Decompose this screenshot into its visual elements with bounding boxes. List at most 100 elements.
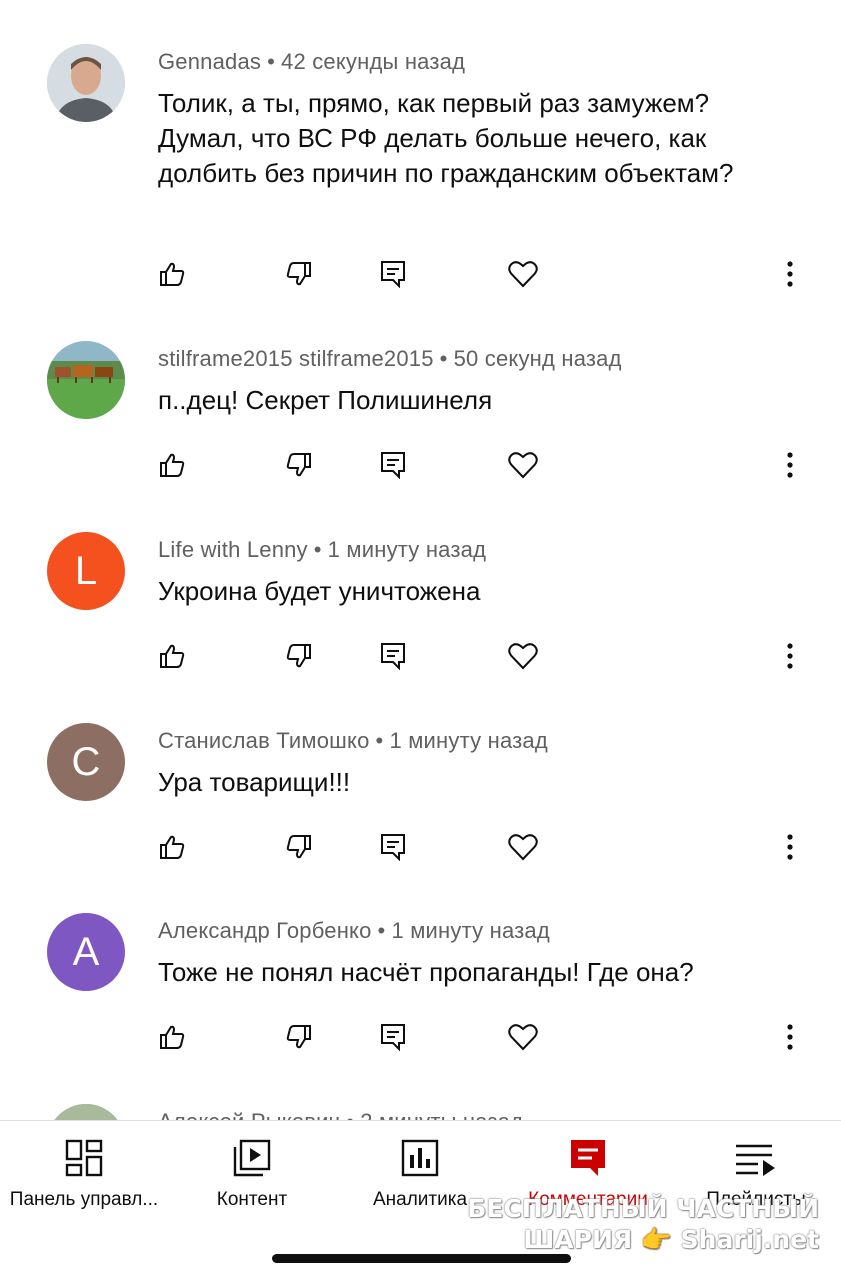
tab-label: Панель управл... <box>9 1189 159 1210</box>
avatar[interactable] <box>47 341 125 419</box>
analytics-icon <box>336 1135 504 1181</box>
comment-text: Ура товарищи!!! <box>158 767 351 797</box>
comment-author[interactable]: stilframe2015 stilframe2015 <box>158 346 434 371</box>
thumbs-down-icon <box>286 261 312 287</box>
more-vert-icon <box>786 452 794 478</box>
comment-author[interactable]: Алексей Рыкович <box>158 1109 340 1120</box>
more-vert-icon <box>786 1024 794 1050</box>
comment-author[interactable]: Александр Горбенко <box>158 918 372 943</box>
separator-dot: • <box>346 1109 354 1120</box>
avatar[interactable] <box>47 44 125 122</box>
comment-time: 2 минуты назад <box>360 1109 523 1120</box>
thumbs-up-icon <box>159 643 185 669</box>
thumbs-up-icon <box>159 261 185 287</box>
dislike-button[interactable] <box>279 636 319 676</box>
more-options-button[interactable] <box>770 636 810 676</box>
reply-button[interactable] <box>373 636 413 676</box>
dislike-button[interactable] <box>279 254 319 294</box>
thumbs-down-icon <box>286 452 312 478</box>
reply-button[interactable] <box>373 827 413 867</box>
thumbs-up-icon <box>159 834 185 860</box>
like-button[interactable] <box>152 1017 192 1057</box>
watermark: БЕСПЛАТНЫЙ ЧАСТНЫЙ ШАРИЯ 👉 Sharij.net <box>467 1193 819 1255</box>
comment-actions <box>0 636 841 676</box>
home-indicator[interactable] <box>272 1254 571 1263</box>
watermark-line: БЕСПЛАТНЫЙ ЧАСТНЫЙ <box>467 1194 819 1223</box>
reply-icon <box>380 260 406 288</box>
thumbs-down-icon <box>286 1024 312 1050</box>
separator-dot: • <box>439 346 448 371</box>
comment-meta: Александр Горбенко • 1 минуту назад <box>158 918 550 944</box>
comment-text: Укроина будет уничтожена <box>158 576 481 606</box>
avatar[interactable] <box>47 1104 125 1120</box>
heart-icon <box>508 451 538 479</box>
reply-icon <box>380 642 406 670</box>
reply-button[interactable] <box>373 1017 413 1057</box>
reply-icon <box>380 451 406 479</box>
tab-label: Контент <box>216 1189 288 1210</box>
comment-time: 50 секунд назад <box>453 346 622 371</box>
comment-time: 1 минуту назад <box>327 537 487 562</box>
dislike-button[interactable] <box>279 827 319 867</box>
comment-author[interactable]: Станислав Тимошко <box>158 728 370 753</box>
more-options-button[interactable] <box>770 1017 810 1057</box>
heart-icon <box>508 642 538 670</box>
dashboard-icon <box>0 1135 168 1181</box>
comment-meta: Life with Lenny • 1 минуту назад <box>158 537 486 563</box>
comment-actions <box>0 827 841 867</box>
thumbs-down-icon <box>286 834 312 860</box>
more-vert-icon <box>786 261 794 287</box>
avatar[interactable]: А <box>47 913 125 991</box>
comment-author[interactable]: Life with Lenny <box>158 537 308 562</box>
heart-button[interactable] <box>503 1017 543 1057</box>
more-options-button[interactable] <box>770 254 810 294</box>
comment-time: 42 секунды назад <box>281 49 466 74</box>
like-button[interactable] <box>152 445 192 485</box>
reply-button[interactable] <box>373 254 413 294</box>
more-vert-icon <box>786 643 794 669</box>
comment-actions <box>0 254 841 294</box>
thumbs-up-icon <box>159 452 185 478</box>
comments-feed: Gennadas • 42 секунды назад Толик, а ты, п… <box>0 0 841 1120</box>
more-options-button[interactable] <box>770 827 810 867</box>
heart-button[interactable] <box>503 636 543 676</box>
separator-dot: • <box>313 537 322 562</box>
avatar-letter: С <box>71 739 101 784</box>
comment-text: п..дец! Секрет Полишинеля <box>158 385 493 415</box>
heart-button[interactable] <box>503 445 543 485</box>
separator-dot: • <box>267 49 276 74</box>
avatar[interactable]: L <box>47 532 125 610</box>
heart-button[interactable] <box>503 254 543 294</box>
comment-time: 1 минуту назад <box>389 728 548 753</box>
watermark-line: ШАРИЯ 👉 Sharij.net <box>523 1225 819 1254</box>
like-button[interactable] <box>152 636 192 676</box>
like-button[interactable] <box>152 827 192 867</box>
heart-icon <box>508 833 538 861</box>
comment-meta: stilframe2015 stilframe2015 • 50 секунд на… <box>158 346 622 372</box>
comment-meta: Алексей Рыкович • 2 минуты назад <box>158 1109 523 1120</box>
heart-button[interactable] <box>503 827 543 867</box>
comment-actions <box>0 445 841 485</box>
like-button[interactable] <box>152 254 192 294</box>
separator-dot: • <box>377 918 386 943</box>
reply-button[interactable] <box>373 445 413 485</box>
avatar-letter: L <box>74 548 98 593</box>
comment-time: 1 минуту назад <box>391 918 550 943</box>
heart-icon <box>508 1023 538 1051</box>
thumbs-down-icon <box>286 643 312 669</box>
heart-icon <box>508 260 538 288</box>
comment-meta: Станислав Тимошко • 1 минуту назад <box>158 728 548 754</box>
tab-content[interactable]: Контент <box>168 1133 336 1233</box>
tab-dashboard[interactable]: Панель управл... <box>0 1133 168 1233</box>
comment-text: Тоже не понял насчёт пропаганды! Где она… <box>158 957 694 987</box>
separator-dot: • <box>375 728 384 753</box>
more-vert-icon <box>786 834 794 860</box>
avatar[interactable]: С <box>47 723 125 801</box>
more-options-button[interactable] <box>770 445 810 485</box>
comment-author[interactable]: Gennadas <box>158 49 261 74</box>
dislike-button[interactable] <box>279 1017 319 1057</box>
dislike-button[interactable] <box>279 445 319 485</box>
content-icon <box>168 1135 336 1181</box>
reply-icon <box>380 1023 406 1051</box>
comment-actions <box>0 1017 841 1057</box>
